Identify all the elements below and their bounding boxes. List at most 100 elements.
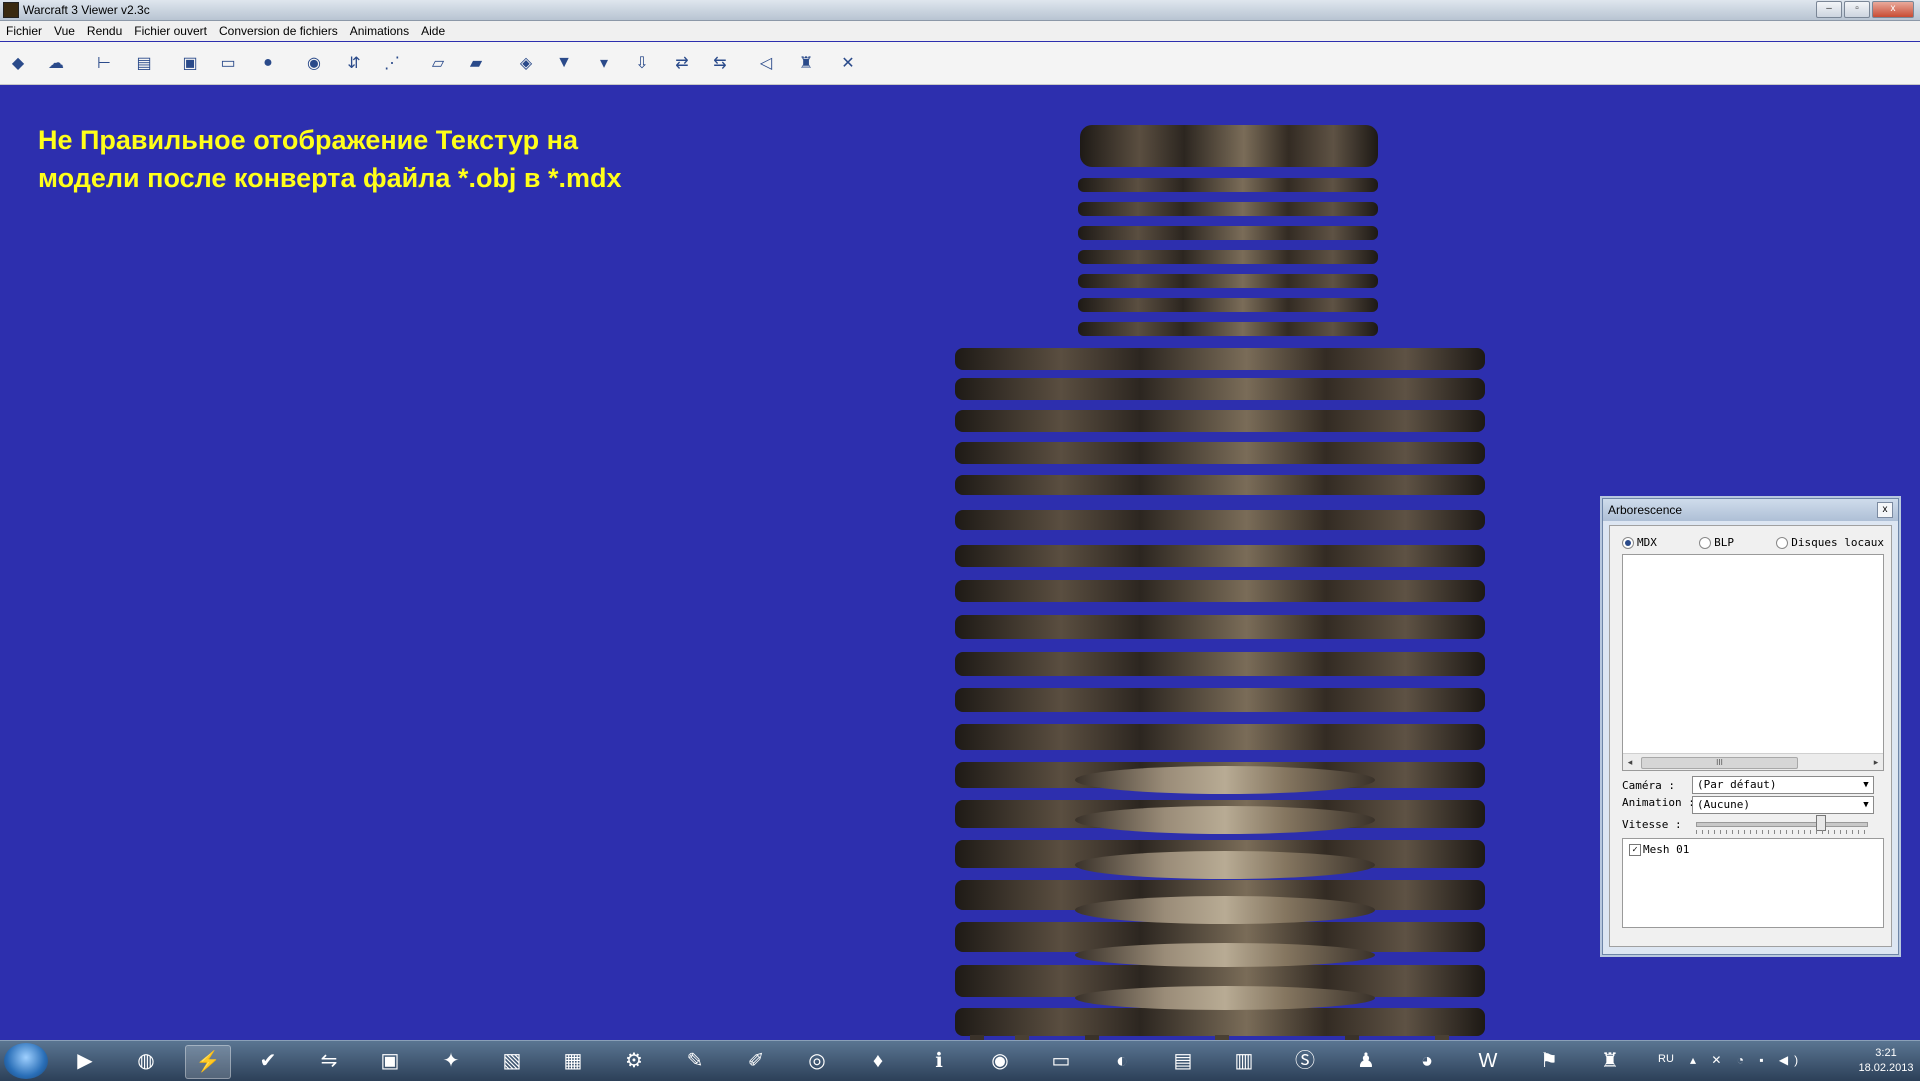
texture-icon[interactable]: ▱	[424, 50, 452, 76]
mpq-icon[interactable]: ☁	[42, 50, 70, 76]
menu-conversion[interactable]: Conversion de fichiers	[213, 24, 344, 38]
scroll-right-icon[interactable]: ▸	[1869, 754, 1883, 770]
taskbar-media-player-icon[interactable]: ▶	[63, 1045, 107, 1077]
radio-blp-label: BLP	[1714, 536, 1735, 549]
clock[interactable]: 3:21 18.02.2013	[1858, 1046, 1914, 1076]
mesh-item[interactable]: ✓ Mesh 01	[1629, 843, 1689, 856]
radio-dot-icon	[1776, 536, 1789, 549]
camera-label: Caméra :	[1622, 779, 1675, 792]
taskbar-warcraft-orb-icon[interactable]: ◉	[978, 1045, 1022, 1077]
log-icon[interactable]: ▤	[130, 50, 158, 76]
tga-blp-icon[interactable]: ⇄	[668, 50, 696, 76]
tower-body	[955, 348, 1485, 1036]
taskbar-explorer-icon[interactable]: ▤	[1161, 1045, 1205, 1077]
monitor-icon[interactable]: ▭	[214, 50, 242, 76]
close-icon[interactable]: ✕	[834, 50, 862, 76]
taskbar-chart-app-icon[interactable]: ▥	[1222, 1045, 1266, 1077]
radio-blp[interactable]: BLP	[1699, 536, 1734, 549]
camera-value: (Par défaut)	[1697, 778, 1777, 791]
taskbar-excel-icon[interactable]: ▦	[551, 1045, 595, 1077]
blp-tga-icon[interactable]: ⇆	[706, 50, 734, 76]
screenshot-icon[interactable]: ▣	[176, 50, 204, 76]
dots-icon[interactable]: ⋰	[378, 50, 406, 76]
download-icon[interactable]: ▼	[550, 50, 578, 76]
mesh-label: Mesh 01	[1643, 843, 1690, 856]
rotate-icon[interactable]: ◉	[300, 50, 328, 76]
minimize-button[interactable]: ‒	[1816, 1, 1842, 18]
texture-issue-annotation: Не Правильное отображение Текстур на мод…	[38, 121, 798, 197]
speed-slider-track[interactable]	[1696, 822, 1868, 827]
taskbar-firefox-icon[interactable]: ◍	[124, 1045, 168, 1077]
mesh-list[interactable]: ✓ Mesh 01	[1622, 838, 1884, 928]
taskbar-scroll-app-icon[interactable]: ⚑	[1527, 1045, 1571, 1077]
radio-mdx[interactable]: MDX	[1622, 536, 1657, 549]
menu-rendu[interactable]: Rendu	[81, 24, 128, 38]
maximize-button[interactable]: ▫	[1844, 1, 1870, 18]
window-controls: ‒ ▫ x	[1816, 1, 1914, 18]
taskbar-paint-app-icon[interactable]: ✐	[734, 1045, 778, 1077]
blp-convert-icon[interactable]: ⇵	[340, 50, 368, 76]
menu-animations[interactable]: Animations	[344, 24, 415, 38]
download-alt-icon[interactable]: ▾	[590, 50, 618, 76]
taskbar-globe-icon[interactable]: ◐	[1100, 1045, 1144, 1077]
arborescence-panel: Arborescence x MDX BLP Disques locaux ◂ …	[1602, 498, 1899, 955]
menu-fichier[interactable]: Fichier	[0, 24, 48, 38]
taskbar-winamp-icon[interactable]: ⚡	[185, 1045, 231, 1079]
animation-select[interactable]: (Aucune) ▼	[1692, 796, 1874, 814]
taskbar-agent-icon[interactable]: ♟	[1344, 1045, 1388, 1077]
scroll-thumb[interactable]: III	[1641, 757, 1798, 769]
checkbox-icon[interactable]: ✓	[1629, 843, 1641, 856]
taskbar-word-icon[interactable]: W	[1466, 1045, 1510, 1077]
taskbar-pen-app-icon[interactable]: ✎	[673, 1045, 717, 1077]
taskbar-pdf-icon[interactable]: ▧	[490, 1045, 534, 1077]
annotation-line-2: модели после конверта файла *.obj в *.md…	[38, 163, 622, 193]
taskbar-3d-app-icon[interactable]: ✦	[429, 1045, 473, 1077]
blp-export-icon[interactable]: ⇩	[628, 50, 656, 76]
menu-fichier-ouvert[interactable]: Fichier ouvert	[128, 24, 213, 38]
radio-local-disks[interactable]: Disques locaux	[1776, 536, 1884, 549]
texture-alt-icon[interactable]: ▰	[462, 50, 490, 76]
source-radio-group: MDX BLP Disques locaux	[1622, 536, 1884, 549]
start-button[interactable]	[4, 1043, 48, 1079]
sphere-icon[interactable]: ●	[254, 50, 282, 76]
scroll-left-icon[interactable]: ◂	[1623, 754, 1637, 770]
camera-select[interactable]: (Par défaut) ▼	[1692, 776, 1874, 794]
radio-dot-icon	[1622, 536, 1634, 549]
speed-slider-thumb[interactable]	[1815, 815, 1826, 831]
tree-hscrollbar[interactable]: ◂ III ▸	[1623, 753, 1883, 770]
taskbar-joystick-icon[interactable]: ♦	[856, 1045, 900, 1077]
menu-aide[interactable]: Aide	[415, 24, 451, 38]
open-model-icon[interactable]: ◆	[4, 50, 32, 76]
taskbar-info-icon[interactable]: ℹ	[917, 1045, 961, 1077]
radio-local-disks-label: Disques locaux	[1791, 536, 1884, 549]
menu-bar: Fichier Vue Rendu Fichier ouvert Convers…	[0, 21, 1920, 41]
taskbar-chrome-icon[interactable]: ◕	[1405, 1045, 1449, 1077]
taskbar-skype-icon[interactable]: Ⓢ	[1283, 1045, 1327, 1077]
taskbar-warcraft-viewer-icon[interactable]: ♜	[1588, 1045, 1632, 1077]
tree-icon[interactable]: ⊢	[90, 50, 118, 76]
tag-icon[interactable]: ◈	[512, 50, 540, 76]
language-indicator[interactable]: RU	[1658, 1053, 1674, 1065]
menu-vue[interactable]: Vue	[48, 24, 81, 38]
chevron-down-icon: ▼	[1863, 780, 1869, 790]
panel-header: Arborescence x	[1603, 499, 1898, 521]
close-window-button[interactable]: x	[1872, 1, 1914, 18]
chevron-down-icon: ▼	[1863, 800, 1869, 810]
system-tray[interactable]: ▴ ✕ ◔ ▪ ◀)	[1690, 1053, 1804, 1067]
annotation-line-1: Не Правильное отображение Текстур на	[38, 125, 578, 155]
taskbar-folder-icon[interactable]: ▭	[1039, 1045, 1083, 1077]
panel-title: Arborescence	[1608, 503, 1683, 517]
arrow-left-icon[interactable]: ◁	[752, 50, 780, 76]
taskbar-teamviewer-icon[interactable]: ⇋	[307, 1045, 351, 1077]
w3v-icon[interactable]: ♜	[792, 50, 820, 76]
animation-label: Animation :	[1622, 796, 1695, 809]
taskbar-checkmark-icon[interactable]: ✔	[246, 1045, 290, 1077]
taskbar-settings-gear-icon[interactable]: ⚙	[612, 1045, 656, 1077]
clock-date: 18.02.2013	[1858, 1062, 1914, 1074]
file-tree[interactable]: ◂ III ▸	[1622, 554, 1884, 771]
taskbar-cs-icon[interactable]: ▣	[368, 1045, 412, 1077]
panel-close-button[interactable]: x	[1877, 502, 1893, 518]
window-title: Warcraft 3 Viewer v2.3c	[23, 3, 150, 17]
taskbar-opera-icon[interactable]: ◎	[795, 1045, 839, 1077]
animation-value: (Aucune)	[1697, 798, 1750, 811]
